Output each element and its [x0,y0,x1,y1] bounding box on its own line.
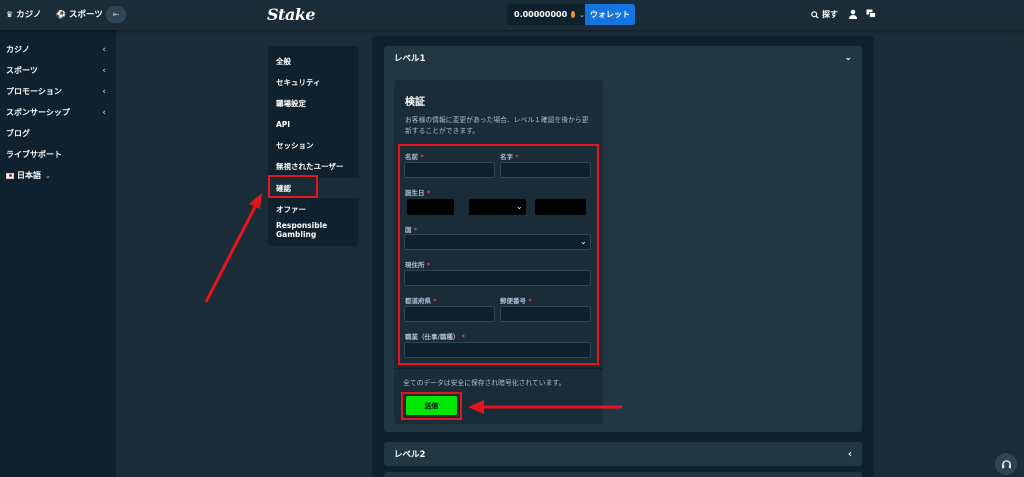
secure-note: 全てのデータは安全に保存され暗号化されています。 [403,379,566,387]
nav-item-workplace[interactable]: 職場設定 [268,93,359,113]
nav-item-api[interactable]: API [268,114,359,134]
level-3-header[interactable] [384,472,862,477]
last-name-label: 名字 * [500,153,519,161]
user-icon[interactable] [848,9,858,19]
first-name-label: 名前 * [405,153,424,161]
nav-item-security[interactable]: セキュリティ [268,72,359,92]
address-input[interactable] [404,270,591,286]
birthdate-label: 誕生日 * [405,189,431,197]
search-icon [811,10,819,19]
chevron-left-icon: ‹ [102,44,106,55]
casino-tab[interactable]: ♛ カジノ [6,8,42,21]
country-label: 国 * [405,226,418,234]
casino-icon: ♛ [6,9,14,19]
nav-item-responsible-gambling[interactable]: Responsible Gambling [268,220,359,240]
sidebar-item-live-support[interactable]: ライブサポート [6,149,106,160]
form-title: 検証 [405,97,425,108]
postal-code-input[interactable] [500,306,591,322]
prefecture-label: 都道府県 * [405,297,437,305]
top-bar: ♛ カジノ ⚽ スポーツ ⇤ Stake 0.00000000 ⌄ ウォレット … [0,0,1024,30]
sidebar-item-sponsorship[interactable]: スポンサーシップ ‹ [6,107,106,118]
country-select[interactable] [404,234,591,250]
chevron-down-icon: ⌄ [580,237,587,246]
address-label: 現住所 * [405,261,431,269]
sports-tab[interactable]: ⚽ スポーツ [56,8,103,21]
prefecture-input[interactable] [404,306,495,322]
chevron-left-icon: ‹ [102,107,106,118]
sidebar-item-casino[interactable]: カジノ ‹ [6,44,106,55]
bitcoin-icon [571,11,576,18]
japan-flag-icon [6,172,14,179]
headset-icon [1001,459,1011,468]
wallet-button[interactable]: ウォレット [585,4,635,25]
live-support-button[interactable] [995,453,1017,475]
last-name-input[interactable] [500,162,591,178]
stake-logo[interactable]: Stake [267,5,316,24]
level-2-header[interactable]: レベル2 ‹ [384,442,862,466]
first-name-input[interactable] [404,162,495,178]
chevron-down-icon: ⌄ [844,53,852,63]
language-selector[interactable]: 日本語 ⌄ [6,170,51,181]
chevron-down-icon: ⌄ [45,171,51,180]
chevron-left-icon: ‹ [102,65,106,76]
nav-item-offers[interactable]: オファー [268,199,359,219]
settings-nav: 全般 セキュリティ 職場設定 API セッション 無視されたユーザー 確認 オフ… [268,46,359,246]
occupation-label: 職業（仕事/職種） * [405,333,466,341]
nav-item-general[interactable]: 全般 [268,51,359,71]
nav-item-verification[interactable]: 確認 [268,178,359,198]
birth-day-input[interactable] [407,199,454,215]
chevron-left-icon: ‹ [102,86,106,97]
sports-icon: ⚽ [56,9,66,19]
submit-button[interactable]: 送信 [406,396,457,415]
left-sidebar [0,30,116,477]
menu-collapse-icon: ⇤ [112,10,120,19]
birth-year-input[interactable] [535,199,586,215]
chat-icon[interactable] [866,9,876,19]
chevron-left-icon: ‹ [847,448,852,460]
sidebar-item-blog[interactable]: ブログ [6,128,106,139]
occupation-input[interactable] [404,342,591,358]
sidebar-toggle-button[interactable]: ⇤ [106,6,126,23]
sidebar-item-promotions[interactable]: プロモーション ‹ [6,86,106,97]
search-button[interactable]: 探す [811,9,838,20]
nav-item-ignored-users[interactable]: 無視されたユーザー [268,156,359,176]
chevron-down-icon: ⌄ [516,202,523,211]
form-divider [394,368,603,369]
postal-code-label: 郵便番号 * [500,297,532,305]
nav-item-sessions[interactable]: セッション [268,135,359,155]
balance-display[interactable]: 0.00000000 ⌄ [507,4,585,25]
sidebar-item-sports[interactable]: スポーツ ‹ [6,65,106,76]
form-description: お客様の情報に変更があった場合、レベル１確認を後から更新することができます。 [405,116,589,135]
level-1-header[interactable]: レベル1 ⌄ [384,46,862,70]
